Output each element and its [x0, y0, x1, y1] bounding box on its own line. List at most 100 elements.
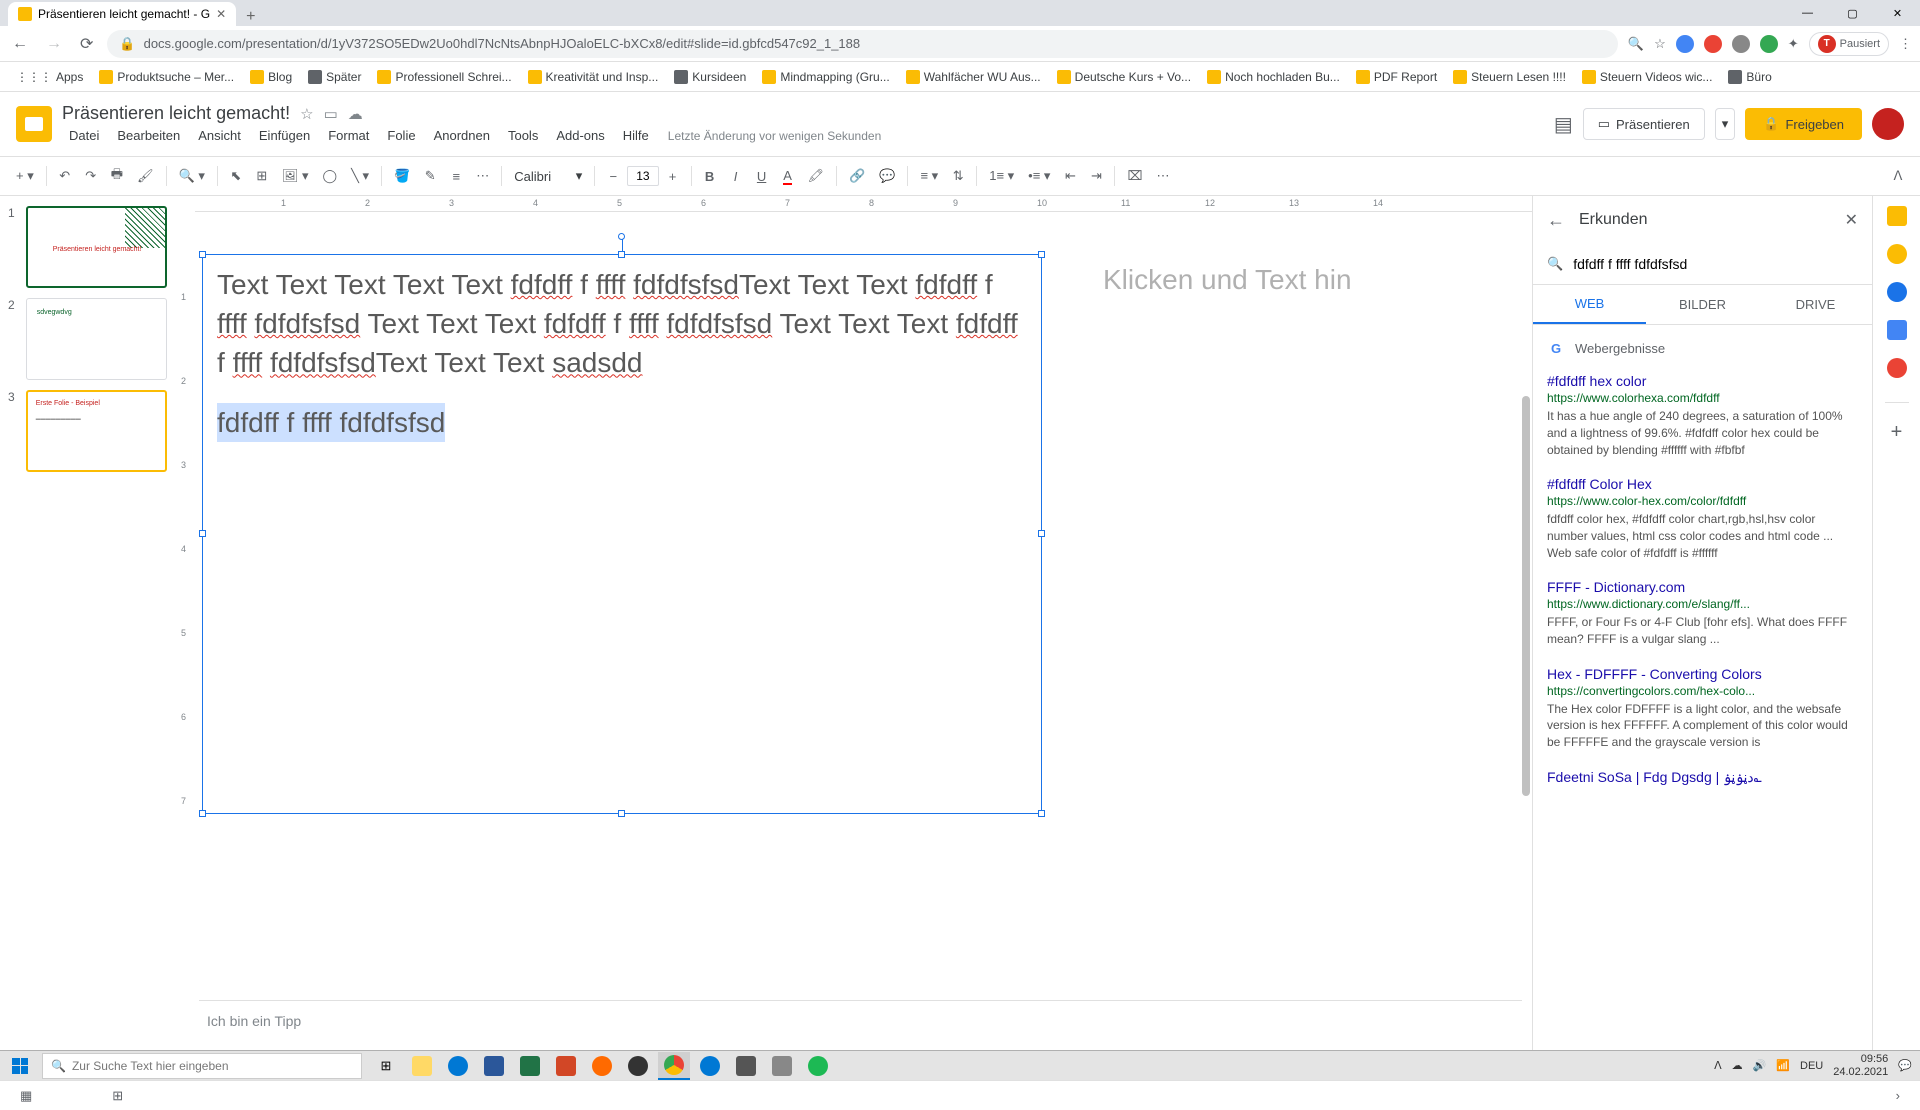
present-button[interactable]: ▭Präsentieren	[1583, 108, 1705, 140]
kebab-menu-icon[interactable]: ⋮	[1899, 36, 1912, 52]
bulleted-list-button[interactable]: •≡ ▾	[1022, 164, 1056, 188]
print-button[interactable]: 🖶	[105, 161, 129, 191]
share-button[interactable]: 🔒Freigeben	[1745, 108, 1862, 140]
font-family-select[interactable]: Calibri▾	[508, 166, 588, 186]
excel-app[interactable]	[514, 1052, 546, 1080]
browser-tab[interactable]: Präsentieren leicht gemacht! - G ✕	[8, 2, 236, 26]
extensions-icon[interactable]: ✦	[1788, 36, 1799, 52]
menu-addons[interactable]: Add-ons	[549, 126, 611, 145]
resize-handle[interactable]	[199, 530, 206, 537]
image-button[interactable]: 🖼 ▾	[276, 164, 315, 188]
account-avatar[interactable]	[1872, 108, 1904, 140]
shape-button[interactable]: ◯	[317, 164, 344, 188]
powerpoint-app[interactable]	[550, 1052, 582, 1080]
bold-button[interactable]: B	[698, 165, 722, 188]
bookmark-item[interactable]: Kreativität und Insp...	[522, 68, 665, 86]
bookmark-item[interactable]: Professionell Schrei...	[371, 68, 517, 86]
tab-images[interactable]: BILDER	[1646, 285, 1759, 324]
zoom-icon[interactable]: 🔍	[1628, 36, 1644, 52]
bookmark-item[interactable]: Wahlfächer WU Aus...	[900, 68, 1047, 86]
redo-button[interactable]: ↷	[79, 164, 103, 188]
textbox-button[interactable]: ⊞	[250, 164, 274, 188]
next-arrow-icon[interactable]: ›	[1896, 1088, 1900, 1103]
menu-insert[interactable]: Einfügen	[252, 126, 317, 145]
wifi-icon[interactable]: 📶	[1776, 1059, 1790, 1072]
menu-file[interactable]: Datei	[62, 126, 106, 145]
more-button[interactable]: ⋯	[1150, 164, 1175, 188]
link-button[interactable]: 🔗	[843, 164, 871, 188]
indent-increase-button[interactable]: ⇥	[1084, 164, 1108, 188]
notes-placeholder[interactable]: Klicken und Text hin	[1093, 254, 1473, 306]
text-color-button[interactable]: A	[776, 164, 800, 189]
start-button[interactable]	[0, 1051, 40, 1081]
tray-chevron-icon[interactable]: ᐱ	[1714, 1059, 1722, 1072]
select-button[interactable]: ⬉	[224, 164, 248, 188]
search-result[interactable]: Hex - FDFFFF - Converting Colorshttps://…	[1547, 666, 1858, 751]
maximize-button[interactable]: ▢	[1830, 0, 1875, 26]
menu-format[interactable]: Format	[321, 126, 376, 145]
numbered-list-button[interactable]: 1≡ ▾	[983, 164, 1020, 188]
apps-button[interactable]: ⋮⋮⋮Apps	[10, 68, 89, 86]
close-icon[interactable]: ✕	[1845, 210, 1858, 230]
italic-button[interactable]: I	[724, 165, 748, 188]
indent-decrease-button[interactable]: ⇤	[1058, 164, 1082, 188]
close-tab-icon[interactable]: ✕	[216, 7, 226, 21]
keep-icon[interactable]	[1887, 244, 1907, 264]
line-spacing-button[interactable]: ⇅	[946, 164, 970, 188]
new-slide-button[interactable]: + ▾	[10, 164, 40, 188]
back-icon[interactable]: ←	[1547, 210, 1565, 231]
bookmark-item[interactable]: Blog	[244, 68, 298, 86]
back-button[interactable]: ←	[8, 35, 32, 53]
filmstrip-view-button[interactable]: ▦	[20, 1088, 32, 1104]
bookmark-item[interactable]: Mindmapping (Gru...	[756, 68, 895, 86]
star-icon[interactable]: ☆	[300, 105, 313, 123]
menu-edit[interactable]: Bearbeiten	[110, 126, 187, 145]
edge-app[interactable]	[442, 1052, 474, 1080]
underline-button[interactable]: U	[750, 165, 774, 188]
bookmark-item[interactable]: Steuern Lesen !!!!	[1447, 68, 1572, 86]
search-result[interactable]: #fdfdff hex colorhttps://www.colorhexa.c…	[1547, 373, 1858, 458]
notifications-icon[interactable]: 💬	[1898, 1059, 1912, 1072]
menu-arrange[interactable]: Anordnen	[427, 126, 497, 145]
bookmark-item[interactable]: Produktsuche – Mer...	[93, 68, 240, 86]
resize-handle[interactable]	[618, 251, 625, 258]
taskbar-search[interactable]: 🔍Zur Suche Text hier eingeben	[42, 1053, 362, 1079]
task-view-button[interactable]: ⊞	[370, 1052, 402, 1080]
undo-button[interactable]: ↶	[53, 164, 77, 188]
border-dash-button[interactable]: ⋯	[470, 164, 495, 188]
search-result[interactable]: #fdfdff Color Hexhttps://www.color-hex.c…	[1547, 476, 1858, 561]
move-icon[interactable]: ▭	[324, 105, 338, 123]
contacts-icon[interactable]	[1887, 320, 1907, 340]
speaker-notes[interactable]: Ich bin ein Tipp	[199, 1000, 1522, 1050]
menu-help[interactable]: Hilfe	[616, 126, 656, 145]
calendar-icon[interactable]	[1887, 206, 1907, 226]
slide-thumb-3[interactable]: Erste Folie - Beispiel▬▬▬▬▬▬▬▬▬	[26, 390, 167, 472]
last-edit[interactable]: Letzte Änderung vor wenigen Sekunden	[668, 129, 882, 143]
resize-handle[interactable]	[1038, 251, 1045, 258]
menu-tools[interactable]: Tools	[501, 126, 545, 145]
tasks-icon[interactable]	[1887, 282, 1907, 302]
zoom-button[interactable]: 🔍 ▾	[173, 164, 211, 188]
slides-logo-icon[interactable]	[16, 106, 52, 142]
bookmark-item[interactable]: Deutsche Kurs + Vo...	[1051, 68, 1197, 86]
bookmark-item[interactable]: Später	[302, 68, 367, 86]
app-icon[interactable]	[766, 1052, 798, 1080]
cloud-icon[interactable]: ☁	[348, 105, 363, 123]
new-tab-button[interactable]: +	[236, 8, 265, 26]
bookmark-item[interactable]: Noch hochladen Bu...	[1201, 68, 1346, 86]
extension-icon[interactable]	[1676, 35, 1694, 53]
bookmark-item[interactable]: Büro	[1722, 68, 1777, 86]
resize-handle[interactable]	[1038, 810, 1045, 817]
onedrive-icon[interactable]: ☁	[1732, 1059, 1743, 1072]
word-app[interactable]	[478, 1052, 510, 1080]
extension-icon[interactable]	[1760, 35, 1778, 53]
textbox-content[interactable]: Text Text Text Text Text fdfdff f ffff f…	[203, 255, 1041, 452]
tab-web[interactable]: WEB	[1533, 285, 1646, 324]
star-icon[interactable]: ☆	[1654, 36, 1666, 52]
add-icon[interactable]: +	[1891, 421, 1903, 444]
chrome-app[interactable]	[658, 1052, 690, 1080]
extension-icon[interactable]	[1732, 35, 1750, 53]
slide-textbox[interactable]: Text Text Text Text Text fdfdff f ffff f…	[202, 254, 1042, 814]
profile-pause[interactable]: T Pausiert	[1809, 32, 1889, 56]
maps-icon[interactable]	[1887, 358, 1907, 378]
